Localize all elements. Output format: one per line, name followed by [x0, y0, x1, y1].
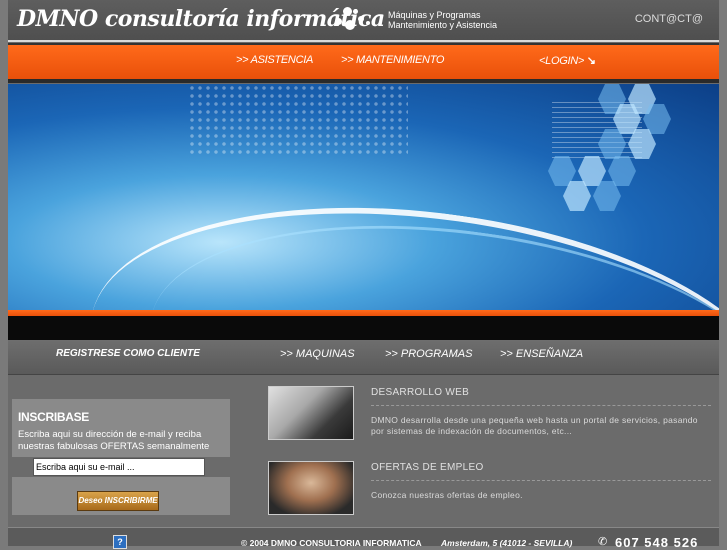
subscribe-button[interactable]: Deseo INSCRIBIRME — [77, 491, 159, 511]
address: Amsterdam, 5 (41012 - SEVILLA) — [441, 538, 573, 548]
tagline: Máquinas y Programas Mantenimiento y Asi… — [388, 10, 497, 30]
nav-ensenanza[interactable]: >> ENSEÑANZA — [500, 348, 583, 360]
phone-number: 607 548 526 — [615, 535, 699, 550]
tagline-line1: Máquinas y Programas — [388, 10, 481, 20]
section-divider — [371, 480, 711, 481]
secondary-nav: REGISTRESE COMO CLIENTE >> MAQUINAS >> P… — [8, 340, 719, 375]
nav-mantenimiento[interactable]: >> MANTENIMIENTO — [341, 54, 444, 66]
header: DMNO consultoría informática Máquinas y … — [8, 0, 719, 42]
subscribe-title: INSCRIBASE — [18, 410, 90, 424]
tagline-line2: Mantenimiento y Asistencia — [388, 20, 498, 30]
nav-asistencia[interactable]: >> ASISTENCIA — [236, 54, 313, 66]
login-label: <LOGIN> — [539, 55, 584, 67]
section-divider — [371, 405, 711, 406]
section-description: DMNO desarrolla desde una pequeña web ha… — [371, 415, 698, 436]
site-logo[interactable]: DMNO consultoría informática — [17, 6, 385, 32]
footer: ? © 2004 DMNO CONSULTORIA INFORMATICA Am… — [8, 527, 719, 550]
phone-icon: ✆ — [598, 536, 608, 548]
subscribe-panel: INSCRIBASE Escriba aqui su dirección de … — [12, 399, 230, 457]
copyright: © 2004 DMNO CONSULTORIA INFORMATICA — [241, 538, 422, 548]
web-development-image[interactable] — [268, 386, 354, 440]
help-icon[interactable]: ? — [113, 535, 127, 549]
black-band — [8, 316, 719, 340]
section-description: Conozca nuestras ofertas de empleo. — [371, 490, 523, 500]
nav-maquinas[interactable]: >> MAQUINAS — [280, 348, 355, 360]
logo-dots-icon — [333, 6, 373, 32]
register-link[interactable]: REGISTRESE COMO CLIENTE — [56, 348, 200, 359]
section-title[interactable]: OFERTAS DE EMPLEO — [371, 462, 484, 473]
job-offers-image[interactable] — [268, 461, 354, 515]
page: DMNO consultoría informática Máquinas y … — [8, 0, 719, 550]
arrow-down-right-icon: ↘ — [586, 55, 596, 67]
contact-link[interactable]: CONT@CT@ — [635, 13, 703, 25]
hero-dot-pattern — [188, 84, 408, 154]
subscribe-description: Escriba aqui su dirección de e-mail y re… — [18, 429, 210, 452]
section-title[interactable]: DESARROLLO WEB — [371, 387, 469, 398]
nav-login[interactable]: <LOGIN> ↘ — [539, 54, 596, 67]
nav-programas[interactable]: >> PROGRAMAS — [385, 348, 472, 360]
email-field[interactable] — [33, 458, 205, 476]
hero-banner — [8, 84, 719, 310]
main-nav: >> ASISTENCIA >> MANTENIMIENTO <LOGIN> ↘ — [8, 43, 719, 83]
